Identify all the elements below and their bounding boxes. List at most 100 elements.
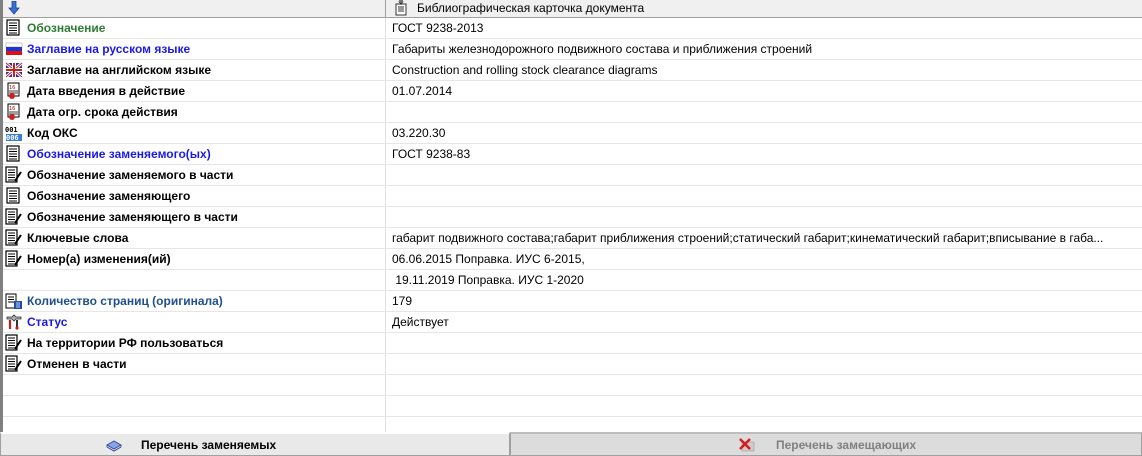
field-label: Обозначение заменяющего bbox=[27, 189, 191, 203]
tools-icon bbox=[6, 314, 22, 330]
field-cell: 16 Дата введения в действие bbox=[3, 81, 386, 101]
field-cell: Обозначение заменяющего в части bbox=[3, 207, 386, 227]
replacing-list-button[interactable]: Перечень замещающих bbox=[510, 432, 1142, 456]
svg-text:006: 006 bbox=[6, 134, 19, 142]
field-label: Номер(а) изменения(ий) bbox=[27, 252, 171, 266]
field-cell: Количество страниц (оригинала) bbox=[3, 291, 386, 311]
card-title: Библиографическая карточка документа bbox=[417, 1, 645, 15]
pages-count-icon bbox=[5, 293, 22, 309]
document-card-panel: Библиографическая карточка документа Обо… bbox=[0, 0, 1142, 438]
field-label: Код ОКС bbox=[27, 126, 78, 140]
document-pen-icon bbox=[5, 166, 22, 183]
value-cell bbox=[386, 186, 1142, 206]
value-cell: 19.11.2019 Поправка. ИУС 1-2020 bbox=[392, 273, 584, 287]
value-cell bbox=[386, 375, 1142, 395]
field-cell: Статус bbox=[3, 312, 386, 332]
table-row[interactable]: Ключевые слова габарит подвижного состав… bbox=[3, 228, 1142, 249]
table-row[interactable]: Заглавие на русском языке Габариты желез… bbox=[3, 39, 1142, 60]
table-row[interactable]: 16 Дата введения в действие 01.07.2014 bbox=[3, 81, 1142, 102]
calendar-icon: 16 bbox=[7, 103, 20, 120]
sort-arrow-down-icon[interactable] bbox=[8, 1, 20, 15]
table-row[interactable]: Обозначение заменяемого(ых) ГОСТ 9238-83 bbox=[3, 144, 1142, 165]
field-cell: 16 Дата огр. срока действия bbox=[3, 102, 386, 122]
value-cell: 06.06.2015 Поправка. ИУС 6-2015, bbox=[392, 252, 585, 266]
document-card-icon bbox=[395, 0, 407, 16]
field-label: Отменен в части bbox=[27, 357, 127, 371]
field-label: Обозначение заменяемого(ых) bbox=[27, 147, 211, 161]
table-row[interactable]: Обозначение заменяемого в части bbox=[3, 165, 1142, 186]
value-cell: 01.07.2014 bbox=[392, 84, 453, 98]
value-cell: ГОСТ 9238-2013 bbox=[392, 21, 484, 35]
table-row[interactable]: На территории РФ пользоваться bbox=[3, 333, 1142, 354]
table-row[interactable]: Обозначение ГОСТ 9238-2013 bbox=[3, 18, 1142, 39]
value-cell: Габариты железнодорожного подвижного сос… bbox=[392, 42, 813, 56]
field-label: Статус bbox=[27, 315, 68, 329]
value-cell: Construction and rolling stock clearance… bbox=[392, 63, 658, 77]
document-pen-icon bbox=[5, 334, 22, 351]
document-pen-icon bbox=[5, 229, 22, 246]
table-row[interactable]: Номер(а) изменения(ий) 06.06.2015 Поправ… bbox=[3, 249, 1142, 270]
table-row[interactable]: 16 Дата огр. срока действия bbox=[3, 102, 1142, 123]
field-label: Обозначение bbox=[27, 21, 106, 35]
value-cell: ГОСТ 9238-83 bbox=[392, 147, 471, 161]
red-x-icon bbox=[739, 438, 755, 452]
value-cell: габарит подвижного состава;габарит прибл… bbox=[392, 231, 1104, 245]
document-lines-icon bbox=[6, 19, 20, 36]
table-row bbox=[3, 375, 1142, 396]
field-label: Дата огр. срока действия bbox=[27, 105, 178, 119]
field-cell: Ключевые слова bbox=[3, 228, 386, 248]
field-cell: Обозначение заменяемого(ых) bbox=[3, 144, 386, 164]
field-label: Ключевые слова bbox=[27, 231, 129, 245]
field-cell bbox=[3, 270, 386, 290]
field-label: Обозначение заменяющего в части bbox=[27, 210, 238, 224]
table-row[interactable]: Количество страниц (оригинала) 179 bbox=[3, 291, 1142, 312]
book-stack-icon bbox=[106, 440, 122, 452]
table-row[interactable]: Обозначение заменяющего в части bbox=[3, 207, 1142, 228]
field-cell: Заглавие на английском языке bbox=[3, 60, 386, 80]
table-row[interactable]: 19.11.2019 Поправка. ИУС 1-2020 bbox=[3, 270, 1142, 291]
value-cell: 179 bbox=[392, 294, 413, 308]
field-cell: Заглавие на русском языке bbox=[3, 39, 386, 59]
document-pen-icon bbox=[5, 208, 22, 225]
svg-text:16: 16 bbox=[9, 106, 15, 112]
replaced-list-button[interactable]: Перечень заменяемых bbox=[0, 432, 510, 456]
calendar-icon: 16 bbox=[7, 82, 20, 99]
table-row bbox=[3, 396, 1142, 417]
field-label: Дата введения в действие bbox=[27, 84, 185, 98]
table-row[interactable]: Заглавие на английском языке Constructio… bbox=[3, 60, 1142, 81]
value-cell bbox=[386, 354, 1142, 374]
table-row[interactable]: Отменен в части bbox=[3, 354, 1142, 375]
header-column-field[interactable] bbox=[3, 0, 386, 17]
value-cell: Действует bbox=[392, 315, 449, 329]
field-label: Заглавие на английском языке bbox=[27, 63, 212, 77]
replacing-list-label: Перечень замещающих bbox=[776, 438, 917, 452]
field-cell: Отменен в части bbox=[3, 354, 386, 374]
field-cell: На территории РФ пользоваться bbox=[3, 333, 386, 353]
russian-flag-icon bbox=[5, 42, 23, 55]
value-cell: 03.220.30 bbox=[392, 126, 446, 140]
field-cell: Номер(а) изменения(ий) bbox=[3, 249, 386, 269]
document-pen-icon bbox=[5, 355, 22, 372]
document-lines-icon bbox=[6, 187, 20, 204]
header-column-value[interactable]: Библиографическая карточка документа bbox=[386, 0, 1142, 17]
field-label: Обозначение заменяемого в части bbox=[27, 168, 234, 182]
svg-text:16: 16 bbox=[9, 85, 15, 91]
field-cell bbox=[3, 375, 386, 395]
table-row[interactable]: 001 006 Код ОКС 03.220.30 bbox=[3, 123, 1142, 144]
table-row[interactable]: Обозначение заменяющего bbox=[3, 186, 1142, 207]
bottom-buttons-bar: Перечень заменяемых Перечень замещающих bbox=[0, 432, 1142, 456]
properties-table: Обозначение ГОСТ 9238-2013 Заглавие на р… bbox=[3, 18, 1142, 438]
document-lines-icon bbox=[6, 145, 20, 162]
replaced-list-label: Перечень заменяемых bbox=[141, 438, 277, 452]
table-row[interactable]: Статус Действует bbox=[3, 312, 1142, 333]
field-cell: Обозначение заменяемого в части bbox=[3, 165, 386, 185]
value-cell bbox=[386, 102, 1142, 122]
field-cell: Обозначение заменяющего bbox=[3, 186, 386, 206]
code-icon: 001 006 bbox=[5, 126, 22, 142]
value-cell bbox=[386, 165, 1142, 185]
field-cell: Обозначение bbox=[3, 18, 386, 38]
document-pen-icon bbox=[5, 250, 22, 267]
field-cell: 001 006 Код ОКС bbox=[3, 123, 386, 143]
table-header: Библиографическая карточка документа bbox=[3, 0, 1142, 18]
field-label: Заглавие на русском языке bbox=[27, 42, 191, 56]
